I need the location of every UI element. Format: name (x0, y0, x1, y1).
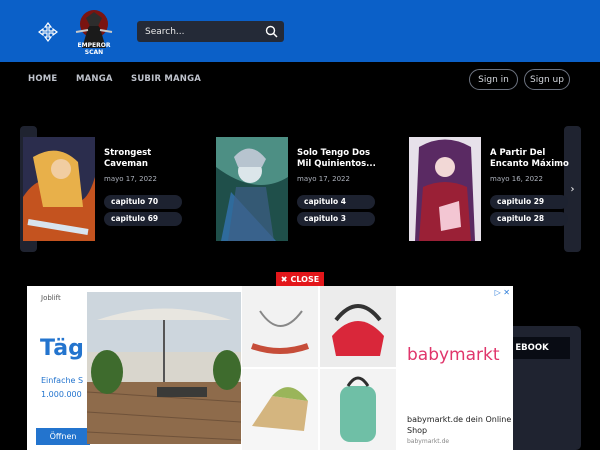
adchoices-icon[interactable]: ▷ ✕ (495, 288, 510, 297)
ad-brand: Joblift (41, 294, 61, 302)
babymarkt-logo-text: babymarkt (407, 345, 500, 365)
manga-date: mayo 17, 2022 (104, 175, 157, 183)
ad-product-image[interactable] (87, 292, 241, 444)
sign-in-button[interactable]: Sign in (469, 69, 518, 90)
chapter-link[interactable]: capitulo 3 (297, 212, 375, 226)
manga-title[interactable]: A Partir Del Encanto Máximo (490, 148, 576, 170)
manga-card[interactable]: Strongest Caveman mayo 17, 2022 capitulo… (23, 137, 183, 241)
close-icon: ✖ (280, 274, 288, 284)
manga-card[interactable]: Solo Tengo Dos Mil Quinientos... mayo 17… (216, 137, 376, 241)
manga-cover[interactable] (409, 137, 481, 241)
ad-product-grid[interactable] (242, 286, 396, 450)
chapter-link[interactable]: capitulo 69 (104, 212, 182, 226)
search-input[interactable] (145, 24, 263, 39)
move-icon[interactable] (38, 22, 58, 42)
manga-cover[interactable] (216, 137, 288, 241)
manga-cover[interactable] (23, 137, 95, 241)
search-icon[interactable] (265, 25, 278, 38)
ad-text-line: 1.000.000 (41, 390, 82, 399)
manga-card[interactable]: A Partir Del Encanto Máximo mayo 16, 202… (409, 137, 569, 241)
ad-open-button[interactable]: Öffnen (36, 428, 90, 445)
ad-left-panel[interactable]: Joblift Täg Einfache S 1.000.000 Öffnen (27, 286, 90, 450)
chapter-link[interactable]: capitulo 29 (490, 195, 568, 209)
manga-date: mayo 16, 2022 (490, 175, 543, 183)
ad-right-panel[interactable]: ▷ ✕ babymarkt babymarkt.de dein Online S… (397, 286, 513, 450)
ad-text-line: Einfache S (41, 376, 84, 385)
search-bar (137, 21, 284, 42)
manga-date: mayo 17, 2022 (297, 175, 350, 183)
chapter-link[interactable]: capitulo 70 (104, 195, 182, 209)
chapter-link[interactable]: capitulo 4 (297, 195, 375, 209)
site-logo[interactable]: EMPEROR SCAN (68, 8, 120, 56)
chevron-right-icon: › (570, 183, 575, 195)
ad-close-button[interactable]: ✖ CLOSE (276, 272, 324, 286)
ad-headline: Täg (40, 336, 84, 361)
logo-text: EMPEROR SCAN (77, 42, 111, 56)
nav-subir-manga[interactable]: SUBIR MANGA (131, 74, 201, 84)
nav-manga[interactable]: MANGA (76, 74, 113, 84)
nav-home[interactable]: HOME (28, 74, 57, 84)
sign-up-button[interactable]: Sign up (524, 69, 570, 90)
manga-title[interactable]: Solo Tengo Dos Mil Quinientos... (297, 148, 383, 170)
advertisement[interactable]: Joblift Täg Einfache S 1.000.000 Öffnen … (27, 286, 513, 450)
site-header: EMPEROR SCAN (0, 0, 600, 62)
babymarkt-logo[interactable]: babymarkt (405, 341, 501, 367)
ad-domain: babymarkt.de (407, 438, 450, 445)
ad-caption[interactable]: babymarkt.de dein Online Shop (407, 414, 513, 436)
chapter-link[interactable]: capitulo 28 (490, 212, 568, 226)
manga-title[interactable]: Strongest Caveman (104, 148, 190, 170)
ad-close-label: CLOSE (290, 274, 320, 284)
